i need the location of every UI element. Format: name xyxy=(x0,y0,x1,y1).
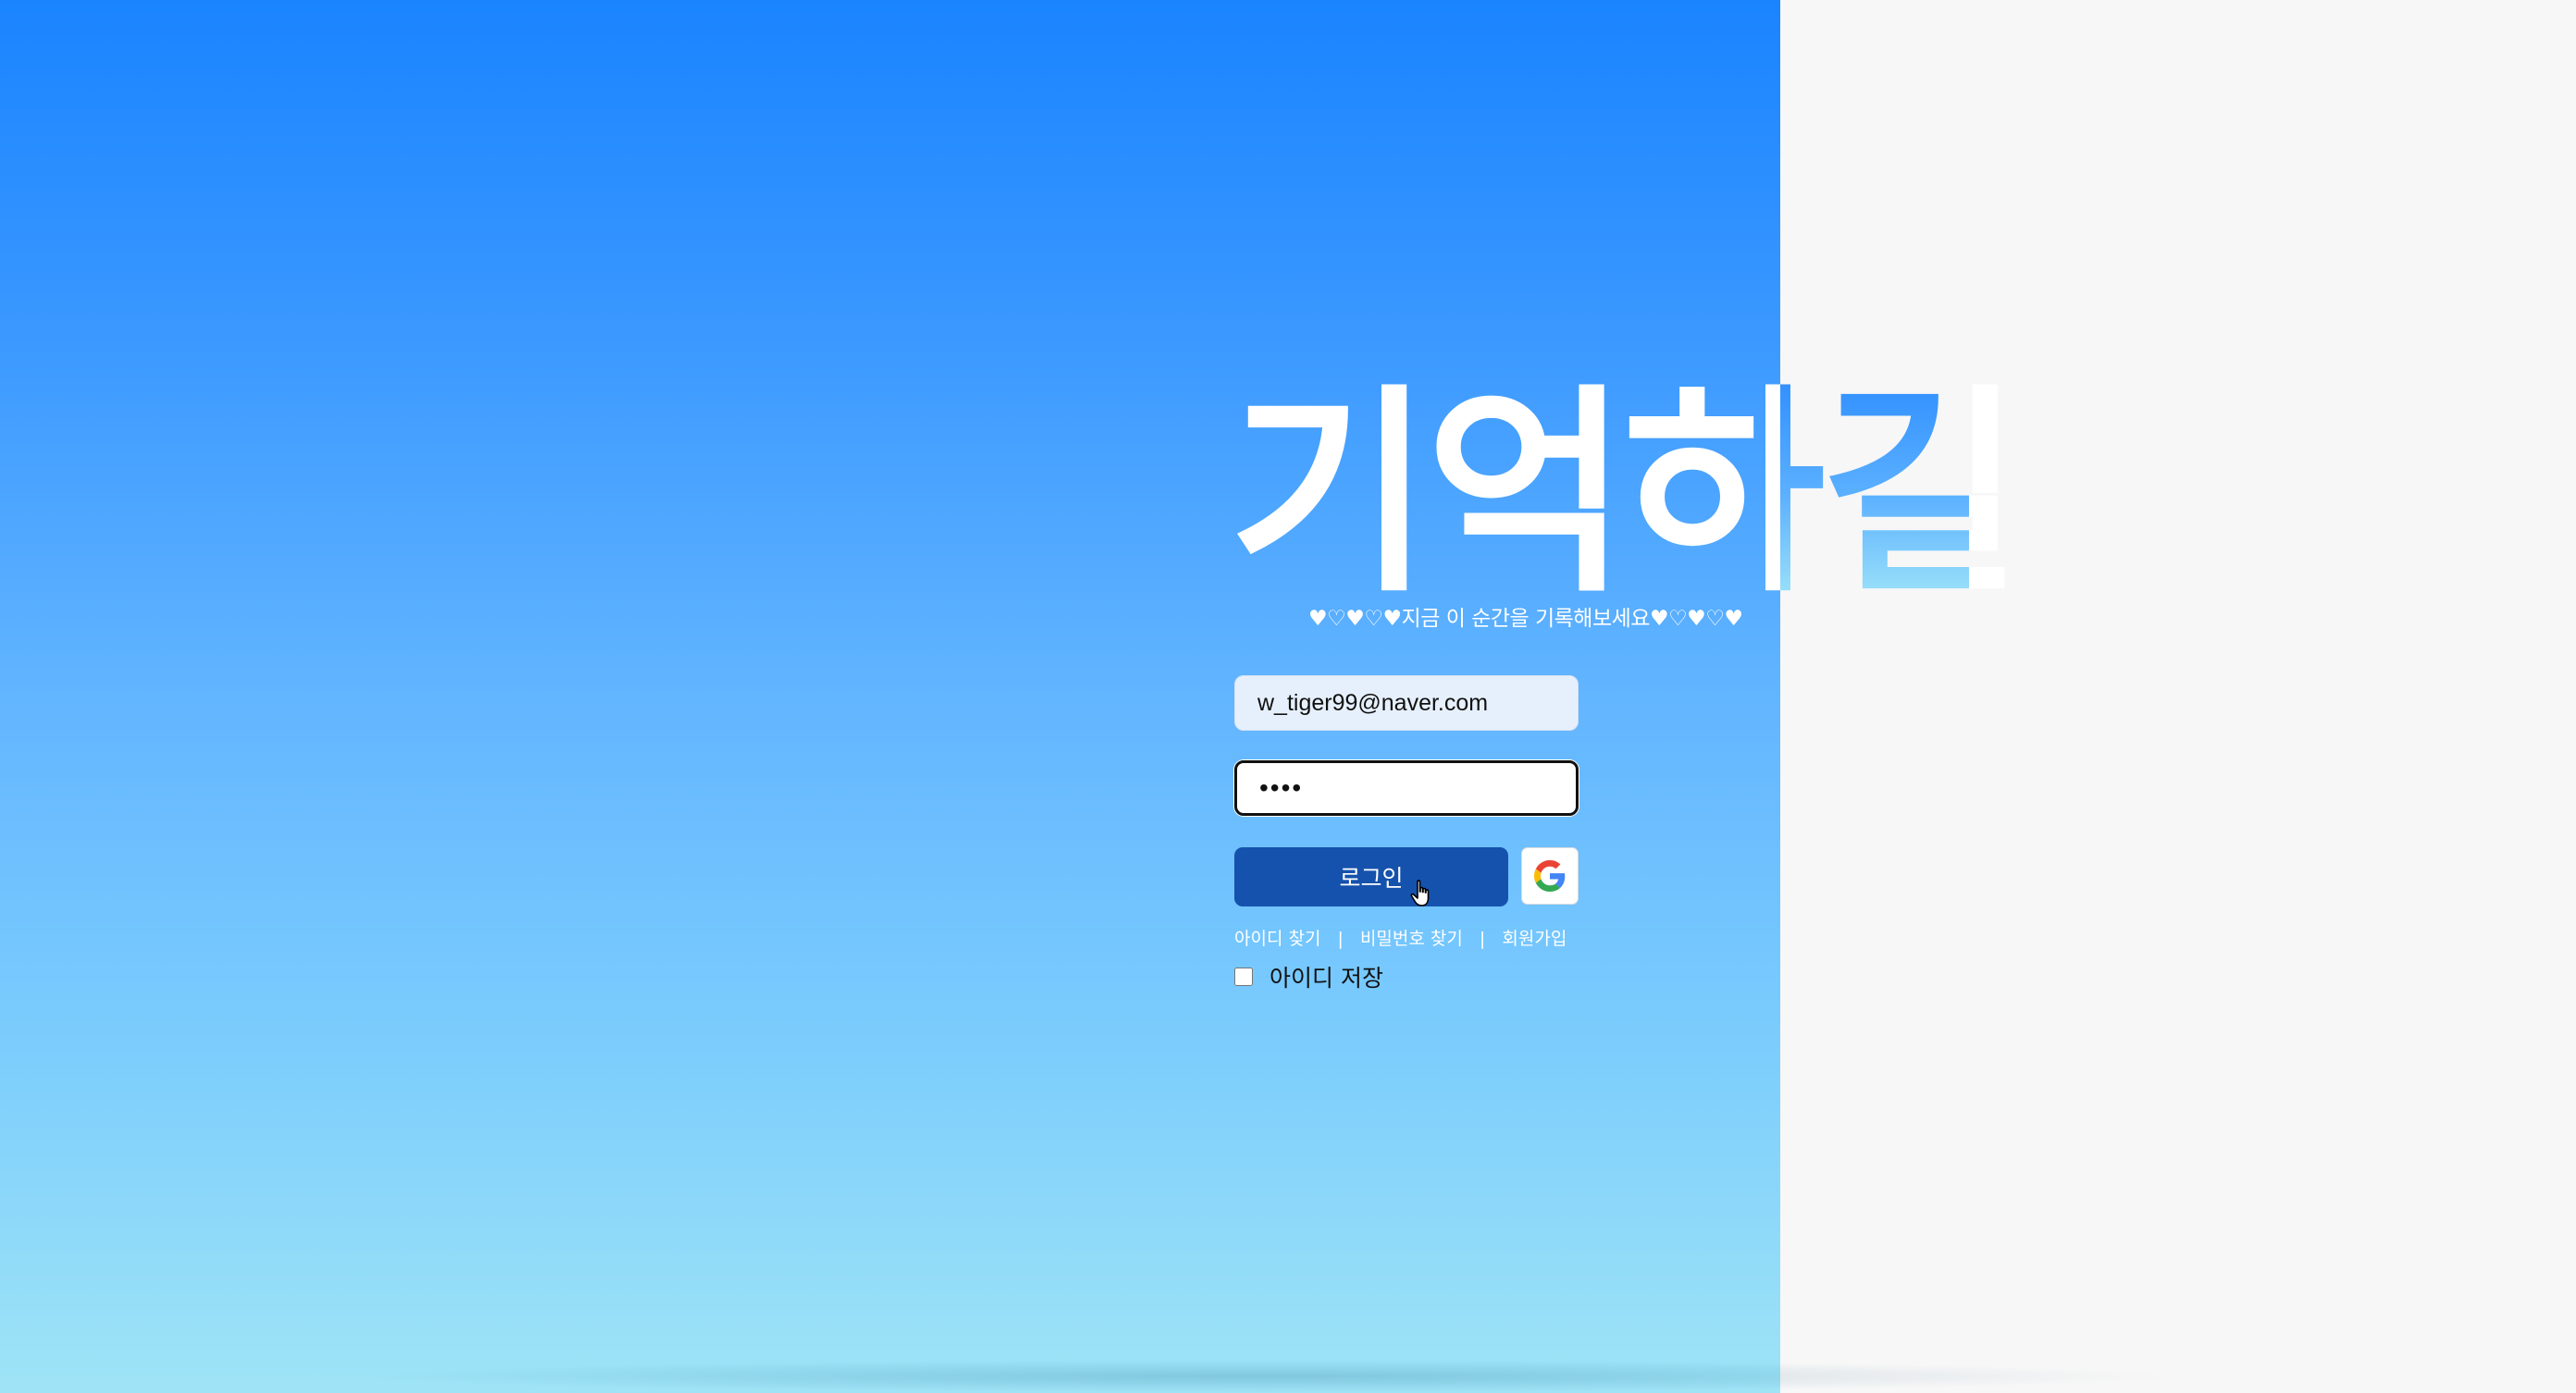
hand-cursor-icon xyxy=(1410,880,1430,906)
signup-link[interactable]: 회원가입 xyxy=(1502,929,1567,949)
google-login-button[interactable] xyxy=(1521,847,1579,905)
link-separator: | xyxy=(1337,929,1344,949)
remember-id-label: 아이디 저장 xyxy=(1269,965,1383,992)
app-title-overlay: 기억하길 xyxy=(1780,370,2002,620)
app-title-overlay-text: 기억하길 xyxy=(1780,370,2002,620)
google-icon xyxy=(1534,860,1566,892)
remember-id-checkbox[interactable] xyxy=(1234,968,1253,986)
tagline: ♥♡♥♡♥지금 이 순간을 기록해보세요♥♡♥♡♥ xyxy=(1308,607,1743,631)
login-button[interactable]: 로그인 xyxy=(1234,847,1508,906)
find-password-link[interactable]: 비밀번호 찾기 xyxy=(1360,929,1463,949)
email-field[interactable] xyxy=(1234,675,1579,731)
password-field[interactable] xyxy=(1234,760,1579,816)
find-id-link[interactable]: 아이디 찾기 xyxy=(1234,929,1320,949)
right-panel xyxy=(1780,0,2576,1393)
remember-id[interactable]: 아이디 저장 xyxy=(1234,958,1383,995)
account-links: 아이디 찾기 | 비밀번호 찾기 | 회원가입 xyxy=(1234,924,1567,954)
login-page: 기억하길 기억하길 ♥♡♥♡♥지금 이 순간을 기록해보세요♥♡♥♡♥ 로그인 … xyxy=(0,0,2576,1393)
bottom-shadow xyxy=(352,1360,2184,1393)
link-separator: | xyxy=(1479,929,1486,949)
